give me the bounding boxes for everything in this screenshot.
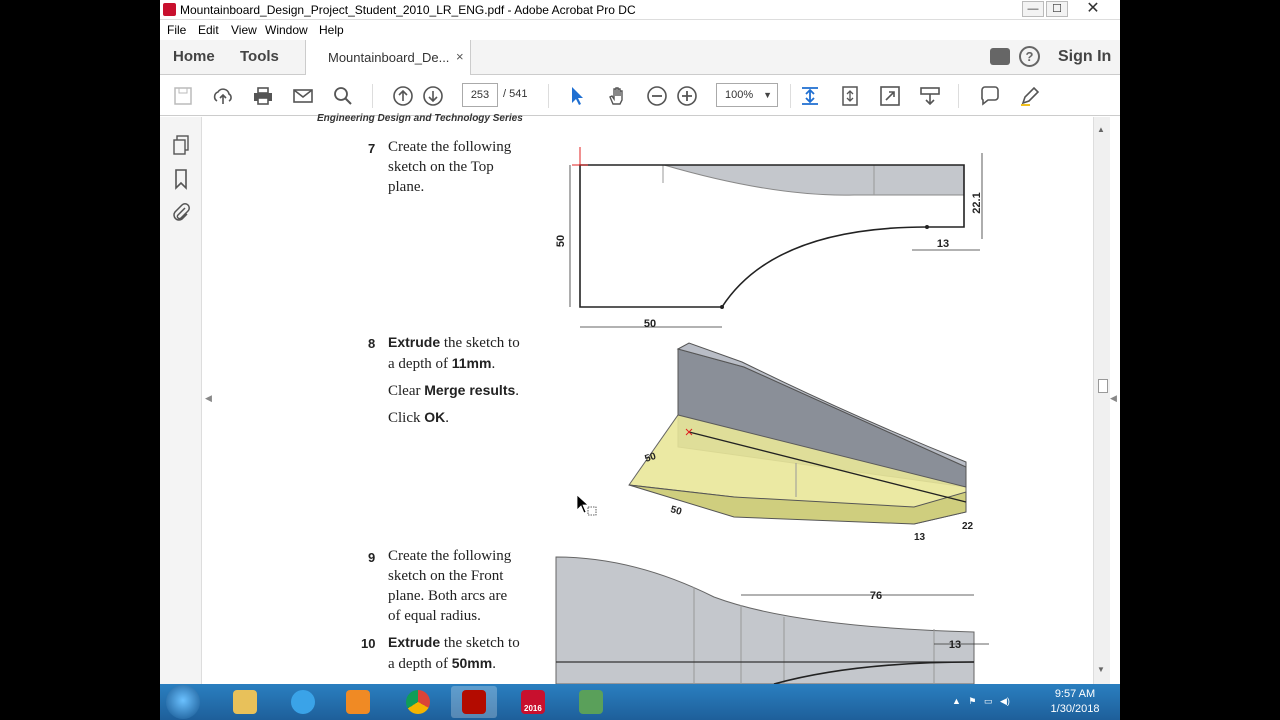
mouse-cursor-icon bbox=[576, 494, 597, 516]
highlight-pen-icon[interactable] bbox=[1018, 84, 1042, 108]
chevron-down-icon: ▼ bbox=[763, 90, 772, 100]
solidworks-version-badge: 2016 bbox=[524, 704, 542, 713]
help-icon[interactable]: ? bbox=[1019, 46, 1040, 67]
navigation-panel bbox=[160, 117, 202, 684]
dimension-label: 22 bbox=[962, 521, 974, 532]
dimension-label: 50 bbox=[644, 318, 656, 330]
taskbar-clock[interactable]: 9:57 AM 1/30/2018 bbox=[1040, 687, 1110, 717]
attachment-icon[interactable] bbox=[171, 202, 191, 224]
acrobat-window: Mountainboard_Design_Project_Student_201… bbox=[160, 0, 1120, 684]
solidworks-taskbar-button[interactable]: 2016 bbox=[510, 686, 556, 718]
tab-tools[interactable]: Tools bbox=[240, 48, 279, 65]
dimension-label: 22.1 bbox=[971, 192, 983, 213]
scroll-up-icon[interactable]: ▲ bbox=[1097, 125, 1105, 134]
page-number-input[interactable]: 253 bbox=[462, 83, 498, 107]
toolbar-separator bbox=[790, 84, 791, 108]
toolbar-separator bbox=[372, 84, 373, 108]
sign-in-button[interactable]: Sign In bbox=[1058, 48, 1111, 66]
menu-help[interactable]: Help bbox=[319, 23, 344, 37]
menu-edit[interactable]: Edit bbox=[198, 23, 219, 37]
full-screen-icon[interactable] bbox=[878, 84, 902, 108]
extrude-isometric-figure: 50 50 22 13 bbox=[628, 342, 974, 543]
dimension-label: 13 bbox=[937, 238, 949, 250]
fit-width-icon[interactable] bbox=[798, 84, 822, 108]
zoom-out-icon[interactable] bbox=[645, 84, 669, 108]
select-tool-icon[interactable] bbox=[565, 84, 589, 108]
title-bar: Mountainboard_Design_Project_Student_201… bbox=[160, 0, 1120, 20]
toolbar: 253 / 541 100% ▼ bbox=[160, 76, 1120, 116]
print-icon[interactable] bbox=[251, 84, 275, 108]
document-tab-label: Mountainboard_De... bbox=[328, 50, 450, 65]
comment-icon[interactable] bbox=[990, 48, 1010, 65]
sketch-top-plane-figure: 50 50 22.1 13 bbox=[555, 147, 983, 330]
previous-page-icon[interactable] bbox=[391, 84, 415, 108]
toolbar-separator bbox=[548, 84, 549, 108]
email-icon[interactable] bbox=[291, 84, 315, 108]
read-mode-icon[interactable] bbox=[918, 84, 942, 108]
hand-tool-icon[interactable] bbox=[605, 84, 629, 108]
scroll-down-icon[interactable]: ▼ bbox=[1097, 665, 1105, 674]
zoom-select[interactable]: 100% ▼ bbox=[716, 83, 778, 107]
chrome-taskbar-button[interactable] bbox=[395, 686, 441, 718]
menu-file[interactable]: File bbox=[167, 23, 186, 37]
tab-document[interactable]: Mountainboard_De... × bbox=[305, 40, 471, 75]
minimize-button[interactable]: — bbox=[1022, 1, 1044, 17]
dimension-label: 13 bbox=[914, 532, 926, 543]
clock-date: 1/30/2018 bbox=[1050, 703, 1100, 715]
collapse-left-panel-icon[interactable]: ◀ bbox=[205, 393, 212, 404]
expand-right-panel-icon[interactable]: ◀ bbox=[1110, 393, 1117, 404]
next-page-icon[interactable] bbox=[421, 84, 445, 108]
page-total: / 541 bbox=[503, 88, 528, 100]
search-icon[interactable] bbox=[331, 84, 355, 108]
toolbar-separator bbox=[958, 84, 959, 108]
menu-view[interactable]: View bbox=[231, 23, 257, 37]
media-player-taskbar-button[interactable] bbox=[335, 686, 381, 718]
close-window-button[interactable]: ✕ bbox=[1070, 1, 1116, 17]
system-tray-icons[interactable]: ▲ ⚑ ▭ ◀) bbox=[952, 696, 1010, 707]
screen: Mountainboard_Design_Project_Student_201… bbox=[0, 0, 1280, 720]
clock-time: 9:57 AM bbox=[1054, 688, 1096, 700]
page-thumbnails-icon[interactable] bbox=[171, 134, 191, 156]
sketch-front-plane-figure: 76 13 bbox=[555, 556, 989, 684]
document-page: Engineering Design and Technology Series… bbox=[214, 113, 1094, 684]
zoom-value: 100% bbox=[725, 89, 754, 101]
snipping-tool-taskbar-button[interactable] bbox=[568, 686, 614, 718]
dimension-label: 50 bbox=[555, 235, 567, 247]
cad-drawings: 50 50 22.1 13 50 50 22 13 76 13 bbox=[555, 147, 989, 684]
bookmark-icon[interactable] bbox=[171, 168, 191, 190]
maximize-button[interactable]: ☐ bbox=[1046, 1, 1068, 17]
file-explorer-taskbar-button[interactable] bbox=[222, 686, 268, 718]
acrobat-taskbar-button[interactable] bbox=[451, 686, 497, 718]
close-tab-button[interactable]: × bbox=[456, 49, 464, 64]
menu-window[interactable]: Window bbox=[265, 23, 308, 37]
fit-page-icon[interactable] bbox=[838, 84, 862, 108]
comment-tool-icon[interactable] bbox=[978, 84, 1002, 108]
dimension-label: 50 bbox=[669, 504, 683, 518]
internet-explorer-taskbar-button[interactable] bbox=[280, 686, 326, 718]
scrollbar-thumb[interactable] bbox=[1098, 379, 1108, 393]
zoom-in-icon[interactable] bbox=[675, 84, 699, 108]
save-icon[interactable] bbox=[171, 84, 195, 108]
tab-bar: Home Tools Mountainboard_De... × ? Sign … bbox=[160, 40, 1120, 75]
acrobat-app-icon bbox=[163, 3, 176, 16]
tab-home[interactable]: Home bbox=[173, 48, 215, 65]
window-title: Mountainboard_Design_Project_Student_201… bbox=[180, 3, 636, 17]
menu-bar: File Edit View Window Help bbox=[160, 20, 1120, 40]
upload-icon[interactable] bbox=[211, 84, 235, 108]
vertical-scrollbar[interactable]: ▲ ▼ bbox=[1093, 117, 1110, 684]
dimension-label: 13 bbox=[949, 639, 961, 651]
start-button[interactable] bbox=[166, 685, 200, 719]
windows-taskbar: 2016 ▲ ⚑ ▭ ◀) 9:57 AM 1/30/2018 bbox=[160, 684, 1120, 720]
dimension-label: 76 bbox=[870, 590, 882, 602]
